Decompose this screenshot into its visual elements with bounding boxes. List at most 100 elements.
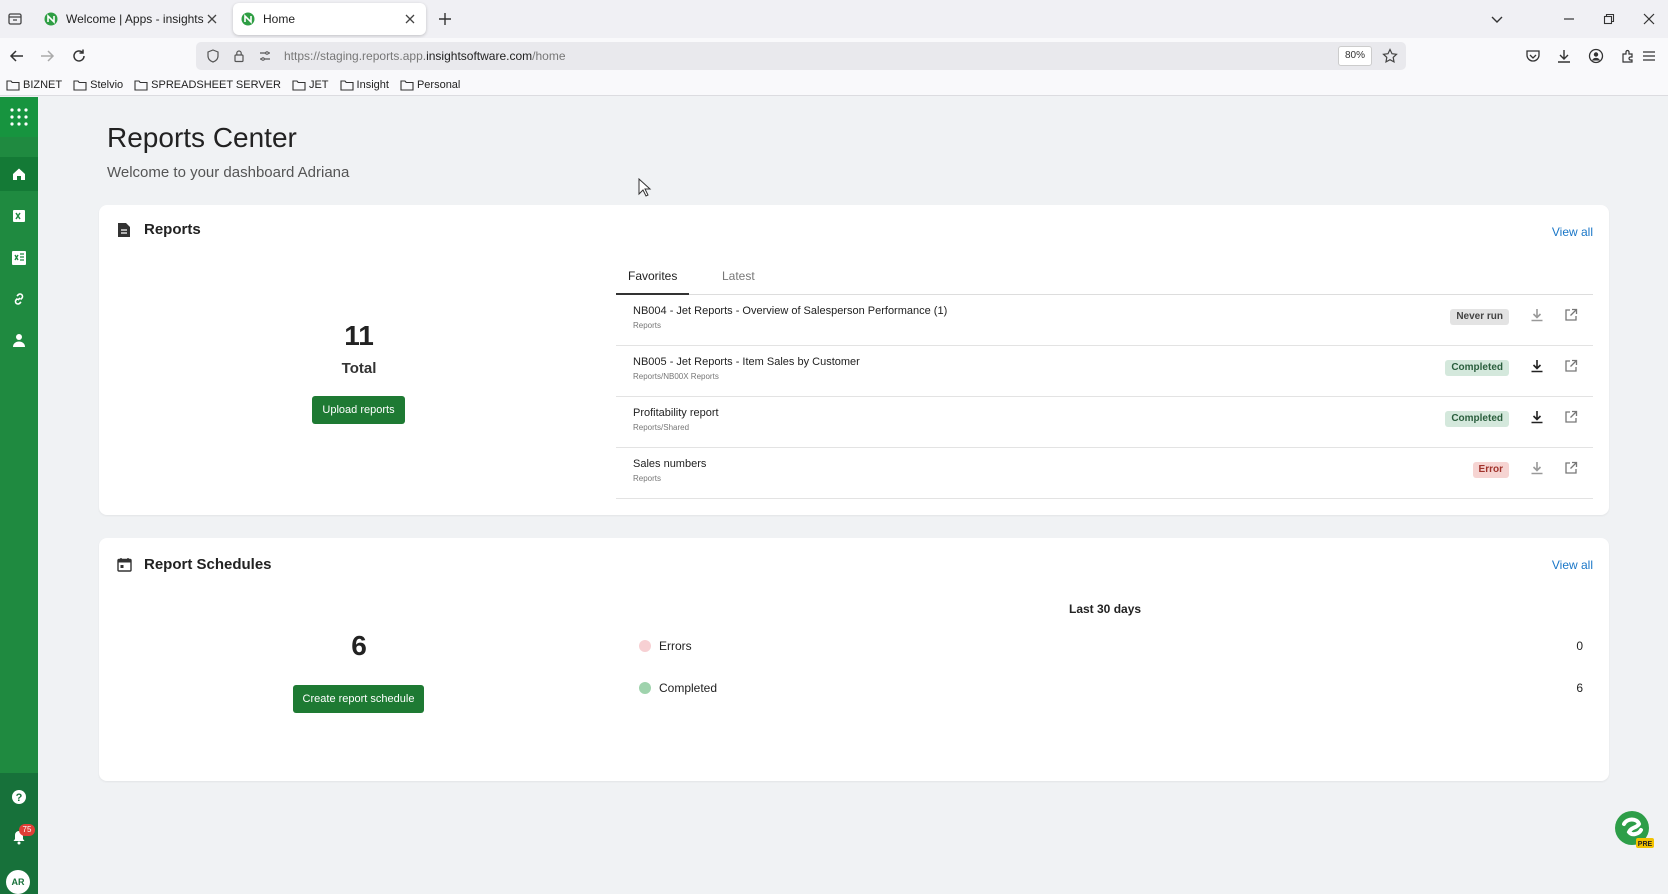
url-text[interactable]: https://staging.reports.app.insightsoftw… — [284, 49, 566, 63]
browser-tab-label: Welcome | Apps - insightsoftware — [66, 12, 204, 26]
report-row[interactable]: NB005 - Jet Reports - Item Sales by Cust… — [616, 346, 1593, 397]
back-arrow-icon[interactable] — [6, 45, 28, 67]
menu-icon[interactable] — [1638, 45, 1660, 67]
reports-total-count: 11 — [344, 320, 374, 351]
open-external-icon[interactable] — [1563, 358, 1579, 374]
tab-favorites[interactable]: Favorites — [616, 269, 690, 295]
extensions-icon[interactable] — [1617, 45, 1639, 67]
reports-view-all-link[interactable]: View all — [1552, 225, 1593, 239]
bookmark-label: JET — [308, 78, 329, 91]
app-grid-icon[interactable] — [4, 102, 34, 132]
download-icon[interactable] — [1529, 307, 1545, 323]
pre-label: PRE — [1638, 841, 1653, 848]
report-row[interactable]: Sales numbers Reports Error — [616, 448, 1593, 499]
bookmark-label: Insight — [356, 78, 389, 91]
folder-icon — [339, 79, 354, 91]
link-icon[interactable] — [4, 284, 34, 314]
browser-tab-label: Home — [263, 12, 296, 26]
schedules-view-all-link[interactable]: View all — [1552, 558, 1593, 572]
tab-list-icon[interactable] — [4, 8, 26, 30]
report-row[interactable]: Profitability report Reports/Shared Comp… — [616, 397, 1593, 448]
report-name[interactable]: NB005 - Jet Reports - Item Sales by Cust… — [633, 356, 860, 368]
shield-icon[interactable] — [204, 47, 222, 65]
excel-schedule-icon[interactable] — [4, 243, 34, 273]
browser-tab-welcome[interactable]: Welcome | Apps - insightsoftware — [36, 3, 228, 35]
reload-icon[interactable] — [68, 45, 90, 67]
reports-card: Reports View all 11 Total Upload reports… — [99, 205, 1609, 515]
report-schedules-card: Report Schedules View all 6 Create repor… — [99, 538, 1609, 781]
folder-icon — [73, 79, 87, 91]
close-icon[interactable] — [402, 11, 418, 27]
download-icon[interactable] — [1553, 45, 1575, 67]
bookmark-label: Stelvio — [90, 78, 124, 91]
browser-tab-bar: Welcome | Apps - insightsoftware Home — [0, 0, 1668, 38]
pre-environment-logo-icon[interactable]: PRE — [1614, 810, 1654, 850]
legend-value: 6 — [1576, 681, 1583, 695]
report-row[interactable]: NB004 - Jet Reports - Overview of Salesp… — [616, 295, 1593, 346]
star-icon[interactable] — [1380, 46, 1400, 66]
browser-tab-home[interactable]: Home — [233, 3, 426, 35]
notification-badge: 75 — [19, 824, 35, 836]
zoom-level[interactable]: 80% — [1337, 46, 1372, 66]
user-icon[interactable] — [4, 325, 34, 355]
open-external-icon[interactable] — [1563, 409, 1579, 425]
new-tab-icon[interactable] — [434, 8, 456, 30]
address-bar[interactable]: https://staging.reports.app.insightsoftw… — [196, 42, 1406, 70]
legend-row-errors: Errors 0 — [639, 636, 1583, 656]
insightsoftware-favicon-icon — [44, 12, 58, 26]
folder-icon — [400, 79, 414, 91]
account-icon[interactable] — [1585, 45, 1607, 67]
mouse-cursor-icon — [638, 178, 652, 198]
forward-arrow-icon[interactable] — [36, 45, 58, 67]
help-icon[interactable]: ? — [4, 782, 34, 812]
bookmark-folder-insight[interactable]: Insight — [339, 78, 389, 91]
status-badge: Completed — [1445, 411, 1509, 427]
upload-reports-button[interactable]: Upload reports — [312, 396, 405, 424]
lock-icon[interactable] — [230, 47, 248, 65]
avatar[interactable]: AR — [6, 870, 30, 894]
create-report-schedule-button[interactable]: Create report schedule — [293, 685, 424, 713]
bookmark-folder-personal[interactable]: Personal — [400, 79, 460, 91]
bookmark-folder-stelvio[interactable]: Stelvio — [73, 79, 123, 91]
excel-report-icon[interactable] — [4, 201, 34, 231]
minimize-icon[interactable] — [1558, 8, 1580, 30]
bookmarks-bar: BIZNET Stelvio SPREADSHEET SERVER JET In… — [0, 74, 1668, 96]
home-icon[interactable] — [0, 157, 38, 191]
download-icon[interactable] — [1529, 460, 1545, 476]
url-path: /home — [532, 49, 566, 63]
status-badge: Error — [1472, 462, 1509, 478]
status-badge: Never run — [1450, 309, 1509, 325]
pocket-icon[interactable] — [1522, 45, 1544, 67]
legend-value: 0 — [1576, 639, 1583, 653]
report-path: Reports — [633, 474, 662, 483]
reports-card-header: Reports — [116, 221, 201, 238]
svg-text:?: ? — [16, 792, 23, 804]
bookmark-folder-biznet[interactable]: BIZNET — [6, 79, 62, 91]
errors-legend-dot — [639, 640, 651, 652]
download-icon[interactable] — [1529, 358, 1545, 374]
page-title: Reports Center — [107, 122, 297, 153]
open-external-icon[interactable] — [1563, 307, 1579, 323]
period-label: Last 30 days — [1069, 602, 1142, 616]
bookmark-folder-spreadsheet-server[interactable]: SPREADSHEET SERVER — [134, 79, 281, 91]
url-prefix: https://staging.reports.app. — [284, 49, 427, 63]
close-icon[interactable] — [204, 11, 220, 27]
report-name[interactable]: Profitability report — [633, 407, 719, 419]
chevron-down-icon[interactable] — [1486, 8, 1508, 30]
report-name[interactable]: NB004 - Jet Reports - Overview of Salesp… — [633, 305, 947, 317]
reports-tabs: Favorites Latest — [616, 261, 1593, 295]
bookmark-label: Personal — [416, 78, 461, 91]
bookmark-folder-jet[interactable]: JET — [292, 79, 329, 91]
open-external-icon[interactable] — [1563, 460, 1579, 476]
site-permissions-icon[interactable] — [256, 47, 274, 65]
download-icon[interactable] — [1529, 409, 1545, 425]
folder-icon — [134, 79, 148, 91]
browser-nav-bar: https://staging.reports.app.insightsoftw… — [0, 38, 1668, 74]
bookmark-label: BIZNET — [23, 78, 63, 91]
report-name[interactable]: Sales numbers — [633, 458, 706, 470]
completed-legend-dot — [639, 682, 651, 694]
close-window-icon[interactable] — [1638, 8, 1660, 30]
schedules-card-title: Report Schedules — [144, 556, 272, 573]
tab-latest[interactable]: Latest — [710, 269, 767, 295]
restore-icon[interactable] — [1598, 8, 1620, 30]
